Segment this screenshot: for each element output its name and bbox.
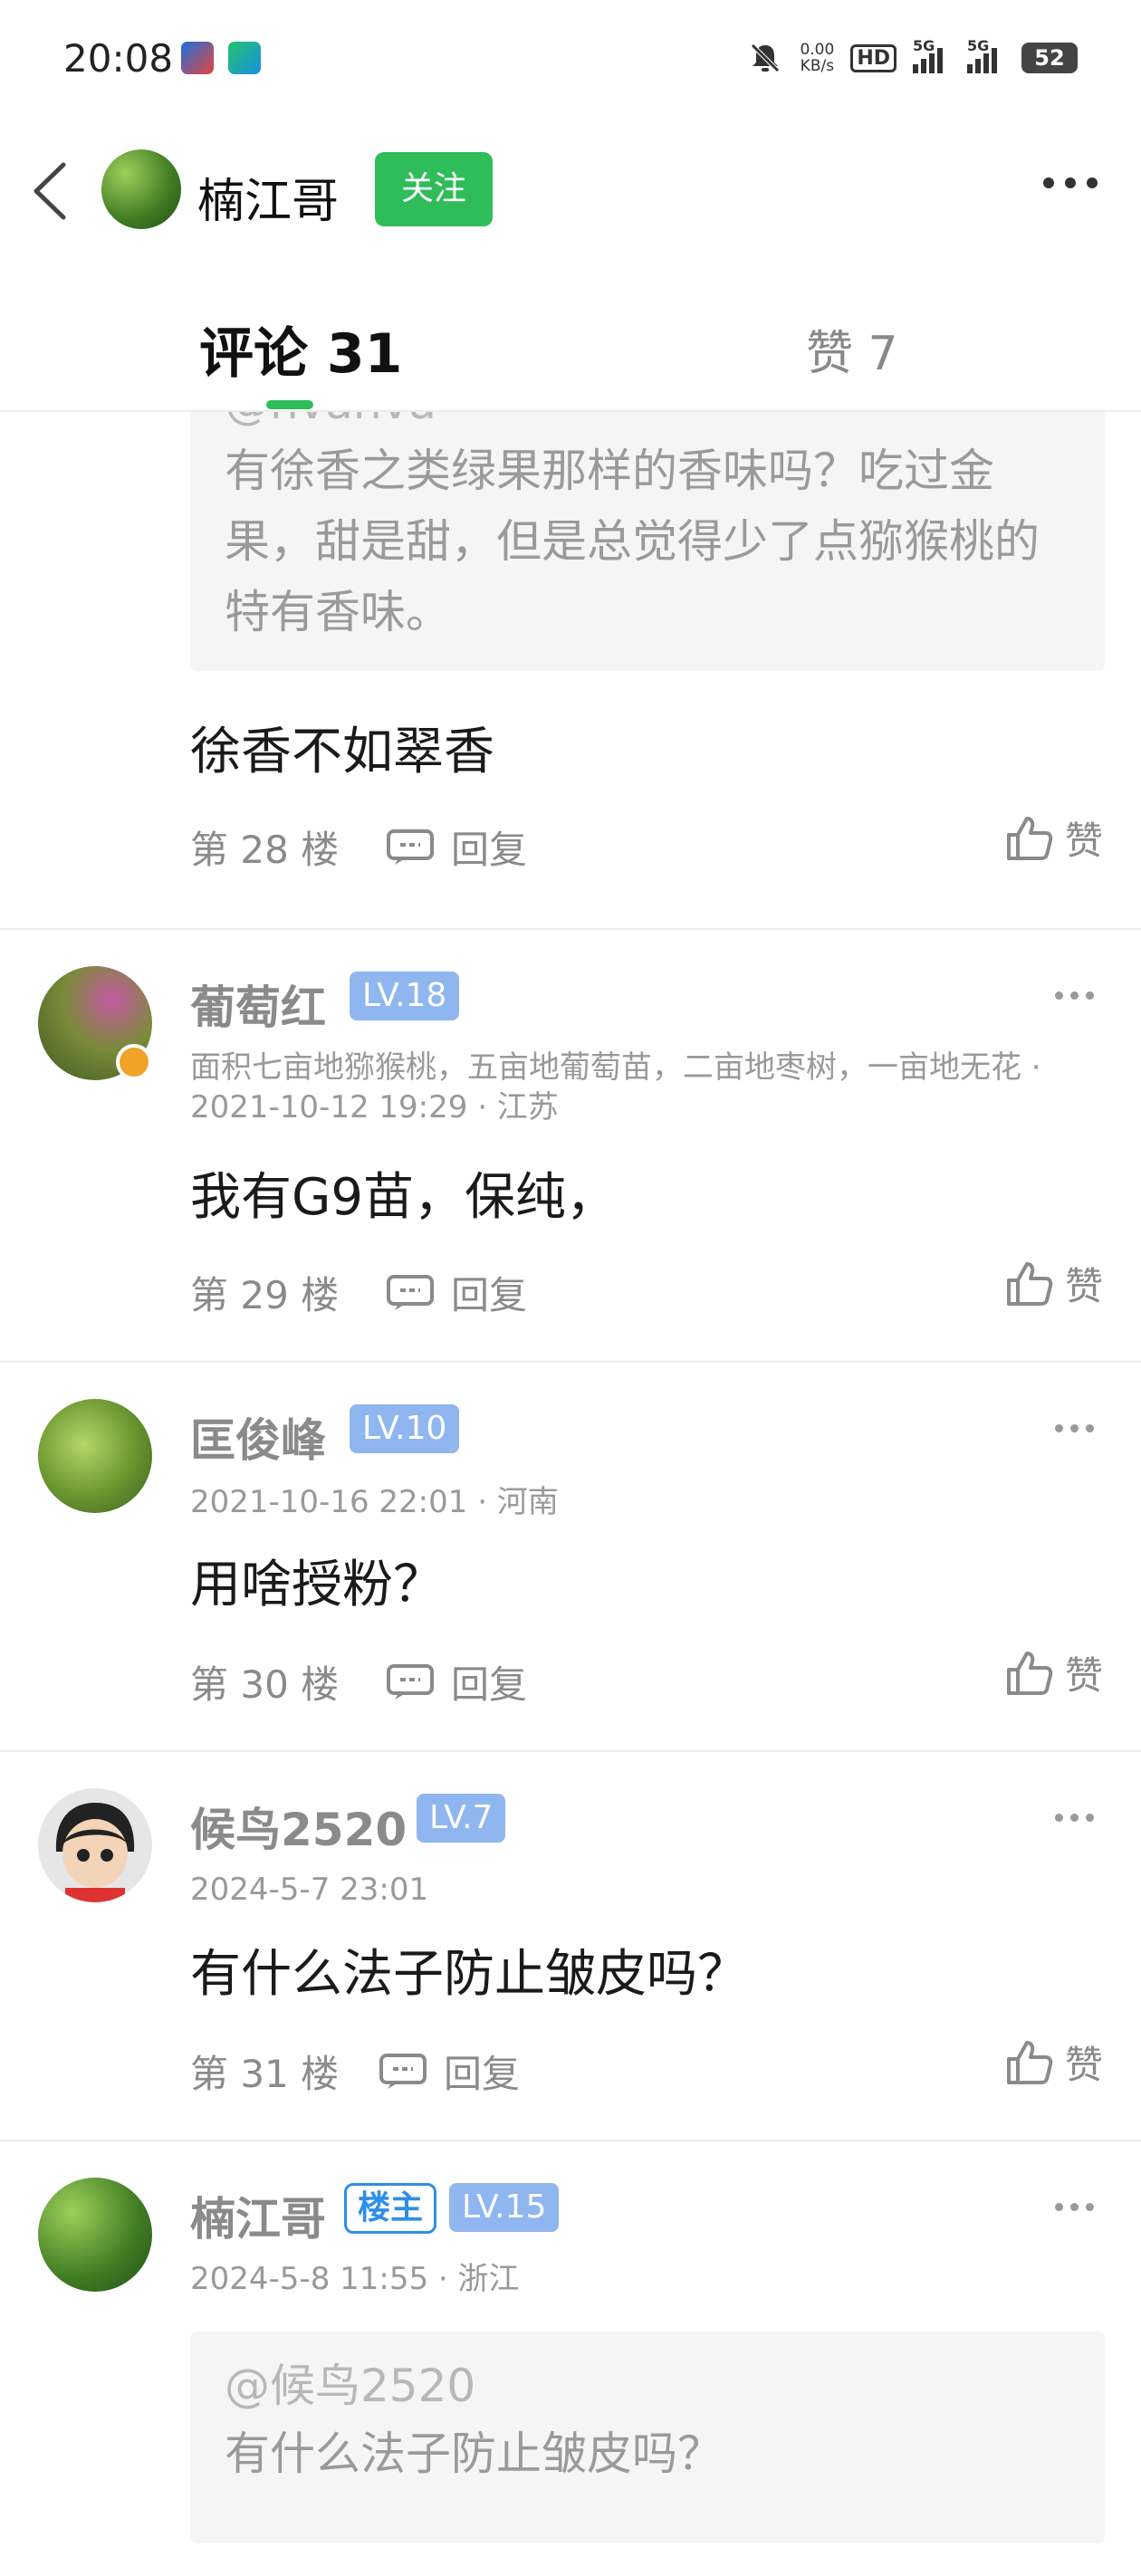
like-label: 赞 <box>1064 819 1103 863</box>
like-label: 赞 <box>1064 1264 1103 1308</box>
reply-label: 回复 <box>444 2052 521 2096</box>
reply-label: 回复 <box>451 1662 528 1707</box>
reply-label: 回复 <box>451 828 528 872</box>
reply-button[interactable]: 回复 <box>386 1265 527 1320</box>
comment-meta: 2021-10-16 22:01 · 河南 <box>190 1484 559 1520</box>
signal-label: 5G <box>967 37 990 54</box>
reply-icon <box>387 1663 434 1700</box>
commenter-avatar[interactable] <box>38 2178 152 2292</box>
back-arrow-icon[interactable] <box>27 159 72 223</box>
reply-icon <box>387 1274 434 1310</box>
like-button[interactable]: 赞 <box>1003 1256 1103 1311</box>
badge-group: LV.7 <box>417 1794 506 1843</box>
reply-icon <box>379 2053 427 2089</box>
comment-text: 有什么法子防止皱皮吗？ <box>190 1945 748 2004</box>
signal-icon: 5G <box>967 37 1005 73</box>
tab-indicator <box>266 400 313 409</box>
app-icon <box>181 42 214 74</box>
level-badge: LV.18 <box>350 972 460 1020</box>
comment-item: 候鸟2520 LV.7 2024-5-7 23:01 有什么法子防止皱皮吗？ 第… <box>0 1752 1141 2141</box>
floor-number: 第 29 楼 <box>190 1273 340 1317</box>
comment-meta: 面积七亩地猕猴桃，五亩地葡萄苗，二亩地枣树，一亩地无花 · 2021-10-12… <box>190 1049 1041 1125</box>
network-speed-unit: KB/s <box>800 57 835 75</box>
like-button[interactable]: 赞 <box>1003 2035 1103 2090</box>
like-label: 赞 <box>1064 1653 1103 1698</box>
like-button[interactable]: 赞 <box>1003 1645 1103 1700</box>
like-button[interactable]: 赞 <box>1003 810 1103 866</box>
commenter-name[interactable]: 匡俊峰 <box>190 1404 326 1470</box>
quoted-comment[interactable]: @hvanva 有徐香之类绿果那样的香味吗？吃过金果，甜是甜，但是总觉得少了点猕… <box>190 412 1105 671</box>
hd-badge: HD <box>850 43 896 72</box>
more-options-icon[interactable] <box>1055 991 1094 1000</box>
network-speed-value: 0.00 <box>800 41 835 59</box>
tab-bar: 评论 31 赞 7 <box>0 290 1141 412</box>
thumbs-up-icon <box>1006 1261 1053 1306</box>
battery-icon: 52 <box>1021 43 1078 73</box>
comment-item: @hvanva 有徐香之类绿果那样的香味吗？吃过金果，甜是甜，但是总觉得少了点猕… <box>0 412 1141 930</box>
app-icon <box>228 42 261 74</box>
comment-item: 匡俊峰 LV.10 2021-10-16 22:01 · 河南 用啥授粉？ 第 … <box>0 1363 1141 1752</box>
verified-badge-icon <box>116 1044 152 1080</box>
more-options-icon[interactable] <box>1055 1814 1094 1822</box>
comment-meta: 2024-5-8 11:55 · 浙江 <box>190 2261 520 2297</box>
level-badge: LV.7 <box>417 1794 506 1843</box>
floor-number: 第 31 楼 <box>190 2052 340 2096</box>
comment-item: 楠江哥 楼主 LV.15 2024-5-8 11:55 · 浙江 @候鸟2520… <box>0 2141 1141 2576</box>
commenter-avatar[interactable] <box>38 1399 152 1513</box>
thumbs-up-icon <box>1006 2040 1053 2084</box>
quoted-user: @候鸟2520 <box>225 2360 476 2412</box>
tab-comments[interactable]: 评论 31 <box>199 310 402 388</box>
more-options-icon[interactable] <box>1055 2203 1094 2211</box>
comment-text: 徐香不如翠香 <box>190 723 494 781</box>
reply-icon <box>387 828 434 865</box>
status-bar: 20:08 0.00 KB/s HD 5G 5G 52 <box>0 0 1141 118</box>
like-label: 赞 <box>1064 2043 1103 2087</box>
reply-label: 回复 <box>451 1273 528 1317</box>
comment-list[interactable]: @hvanva 有徐香之类绿果那样的香味吗？吃过金果，甜是甜，但是总觉得少了点猕… <box>0 412 1141 2576</box>
more-options-icon[interactable] <box>1043 177 1098 188</box>
commenter-name[interactable]: 候鸟2520 <box>190 1794 407 1859</box>
cartoon-avatar-icon <box>55 1803 135 1902</box>
badge-group: LV.18 <box>350 972 460 1020</box>
commenter-name[interactable]: 楠江哥 <box>190 2183 326 2248</box>
status-time: 20:08 <box>63 36 174 81</box>
reply-button[interactable]: 回复 <box>379 2044 520 2099</box>
reply-button[interactable]: 回复 <box>386 819 527 875</box>
network-speed: 0.00 KB/s <box>800 42 834 74</box>
top-bar: 楠江哥 关注 <box>0 136 1141 244</box>
thumbs-up-icon <box>1006 1651 1053 1695</box>
floor-number: 第 28 楼 <box>190 828 340 872</box>
owner-badge: 楼主 <box>344 2183 437 2234</box>
quoted-text: 有什么法子防止皱皮吗？ <box>225 2428 723 2480</box>
user-avatar[interactable] <box>101 149 181 229</box>
quoted-comment[interactable]: @候鸟2520 有什么法子防止皱皮吗？ <box>190 2332 1105 2543</box>
follow-button[interactable]: 关注 <box>375 152 493 226</box>
floor-number: 第 30 楼 <box>190 1662 340 1707</box>
more-options-icon[interactable] <box>1055 1424 1094 1432</box>
quoted-text: 有徐香之类绿果那样的香味吗？吃过金果，甜是甜，但是总觉得少了点猕猴桃的特有香味。 <box>225 445 1040 638</box>
signal-label: 5G <box>913 37 935 54</box>
commenter-avatar[interactable] <box>38 1788 152 1902</box>
comment-text: 用啥授粉？ <box>190 1556 444 1614</box>
quoted-user: @hvanva <box>225 412 1070 436</box>
comment-item: 葡萄红 LV.18 面积七亩地猕猴桃，五亩地葡萄苗，二亩地枣树，一亩地无花 · … <box>0 930 1141 1363</box>
level-badge: LV.10 <box>350 1404 460 1453</box>
tab-likes[interactable]: 赞 7 <box>806 315 898 383</box>
thumbs-up-icon <box>1006 816 1053 860</box>
commenter-name[interactable]: 葡萄红 <box>190 972 326 1037</box>
mute-icon <box>751 43 781 72</box>
comment-text: 我有G9苗，保纯， <box>190 1168 618 1227</box>
signal-icon: 5G <box>913 37 951 73</box>
user-name[interactable]: 楠江哥 <box>197 163 339 231</box>
comment-meta: 2024-5-7 23:01 <box>190 1872 429 1908</box>
badge-group: LV.10 <box>350 1404 460 1453</box>
badge-group: 楼主 LV.15 <box>344 2183 560 2234</box>
reply-button[interactable]: 回复 <box>386 1654 527 1709</box>
level-badge: LV.15 <box>449 2183 560 2232</box>
